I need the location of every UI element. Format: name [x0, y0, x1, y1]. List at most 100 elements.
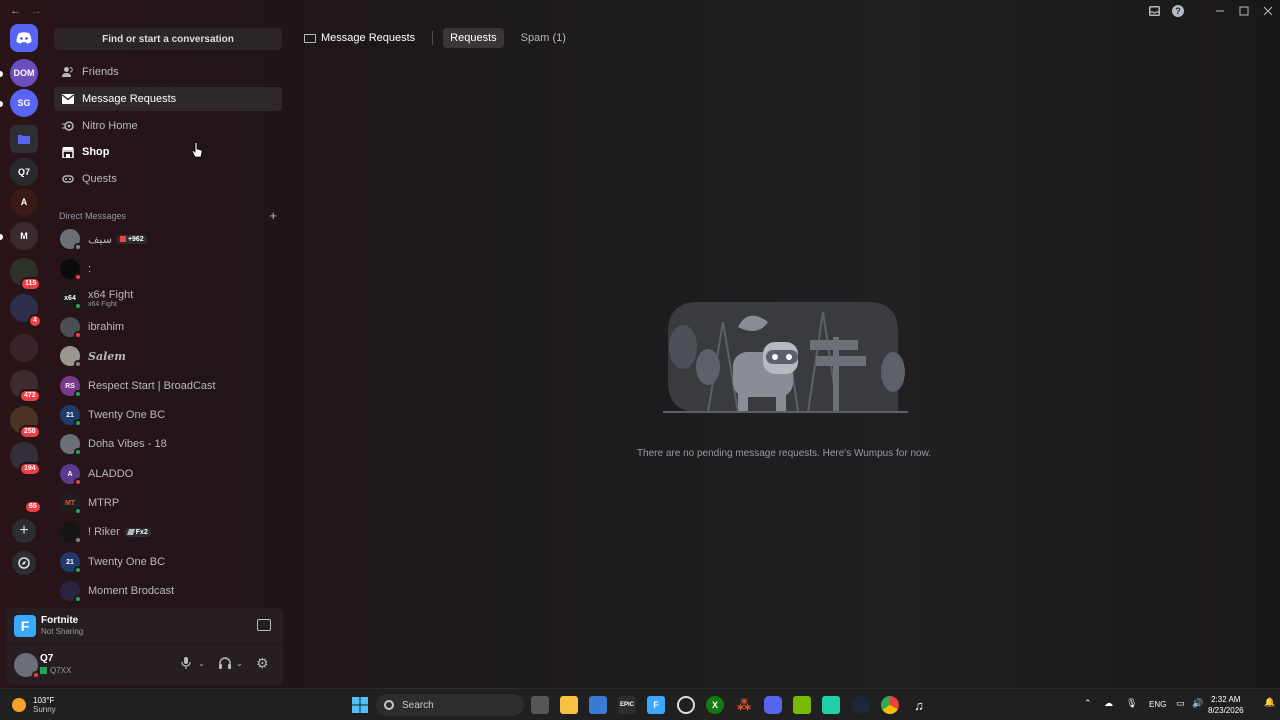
microphone-icon[interactable]: 🎙	[1126, 698, 1137, 709]
dm-row[interactable]: سيف +962	[54, 225, 282, 253]
minimize-icon[interactable]	[1208, 0, 1232, 22]
dm-row[interactable]: Moment Brodcast	[54, 577, 282, 605]
dm-row[interactable]: x64 x64 Fight x64 Fight	[54, 284, 282, 312]
friends-icon	[62, 66, 74, 78]
tab-requests[interactable]: Requests	[443, 28, 504, 48]
mail-icon	[62, 93, 74, 105]
steam-icon[interactable]	[852, 696, 870, 714]
dm-row[interactable]: 𝑺𝒂𝒍𝒆𝒎	[54, 342, 282, 370]
nav-shop[interactable]: Shop	[54, 140, 282, 164]
dm-row[interactable]: A ALADDO	[54, 460, 282, 488]
server-icon[interactable]: A	[10, 188, 38, 216]
app-icon[interactable]: ⁂	[735, 696, 753, 714]
avatar	[60, 317, 82, 339]
microphone-icon[interactable]	[181, 657, 191, 672]
status-indicator	[32, 671, 40, 679]
chevron-down-icon[interactable]: ⌄	[236, 659, 243, 668]
discord-taskbar-icon[interactable]	[764, 696, 782, 714]
fortnite-icon[interactable]: F	[647, 696, 665, 714]
quests-icon	[62, 173, 74, 185]
user-avatar[interactable]	[14, 653, 40, 679]
start-icon[interactable]	[351, 696, 369, 714]
direct-messages-header: Direct Messages +	[59, 209, 277, 222]
epic-games-icon[interactable]: EPIC	[618, 696, 636, 714]
server-icon[interactable]: M	[10, 222, 38, 250]
dm-row[interactable]: 21 Twenty One BC	[54, 401, 282, 429]
volume-icon[interactable]: 🔊	[1192, 698, 1203, 709]
username[interactable]: Q7	[40, 653, 53, 664]
dm-name: Twenty One BC	[88, 409, 166, 421]
avatar	[60, 346, 82, 368]
server-folder[interactable]	[10, 125, 38, 153]
server-icon[interactable]: DOM	[10, 59, 38, 87]
game-icon: F	[14, 615, 36, 637]
dm-row[interactable]: ibrahim	[54, 313, 282, 341]
dm-name: 𝑺𝒂𝒍𝒆𝒎	[88, 349, 126, 363]
file-explorer-icon[interactable]	[560, 696, 578, 714]
mention-badge: 65	[24, 500, 42, 514]
music-icon[interactable]: ♫	[910, 696, 928, 714]
create-dm-plus-icon[interactable]: +	[269, 209, 277, 222]
nav-label: Friends	[82, 66, 119, 78]
network-icon[interactable]: ▭	[1176, 698, 1185, 709]
server-icon[interactable]: SG	[10, 89, 38, 117]
close-icon[interactable]	[1256, 0, 1280, 22]
dm-sidebar: Find or start a conversation Friends Mes…	[48, 22, 288, 606]
nav-quests[interactable]: Quests	[54, 167, 282, 191]
server-icon[interactable]: Q7	[10, 158, 38, 186]
forward-arrow-icon[interactable]: →	[31, 5, 42, 17]
dm-row[interactable]: ! Riker Fx2	[54, 518, 282, 546]
taskbar-search[interactable]: Search	[376, 694, 524, 716]
app-icon[interactable]	[822, 696, 840, 714]
section-title: Direct Messages	[59, 211, 127, 221]
language-indicator[interactable]: ENG	[1149, 700, 1166, 709]
discord-home-button[interactable]	[10, 24, 38, 52]
task-view-icon[interactable]	[531, 696, 549, 714]
chevron-down-icon[interactable]: ⌄	[198, 659, 205, 668]
discover-button[interactable]	[12, 551, 36, 575]
status-indicator	[74, 243, 82, 251]
gear-icon[interactable]: ⚙	[256, 655, 269, 672]
tab-spam[interactable]: Spam (1)	[514, 28, 573, 48]
status-indicator	[74, 302, 82, 310]
inbox-icon[interactable]	[1142, 0, 1166, 22]
dm-row[interactable]: Doha Vibes - 18	[54, 430, 282, 458]
unread-pill	[0, 71, 3, 77]
headphones-icon[interactable]	[219, 657, 231, 672]
clock[interactable]: 2:32 AM 8/23/2026	[1208, 694, 1244, 716]
dm-row[interactable]: 21 Twenty One BC	[54, 548, 282, 576]
dm-name: Doha Vibes - 18	[88, 438, 167, 450]
dm-row[interactable]: MT MTRP	[54, 489, 282, 517]
nav-message-requests[interactable]: Message Requests	[54, 87, 282, 111]
compass-icon	[18, 557, 30, 569]
dm-row[interactable]: RS Respect Start | BroadCast	[54, 372, 282, 400]
activity-title: Fortnite	[41, 615, 79, 626]
xbox-icon[interactable]: X	[706, 696, 724, 714]
main-panel: Message Requests Requests Spam (1) There…	[288, 22, 1280, 688]
weather-widget[interactable]: 103°F Sunny	[12, 696, 56, 714]
dm-row[interactable]: :	[54, 255, 282, 283]
server-folder[interactable]	[10, 334, 38, 362]
chevron-up-icon[interactable]: ⌃	[1084, 698, 1092, 709]
maximize-icon[interactable]	[1232, 0, 1256, 22]
onedrive-icon[interactable]: ☁	[1104, 698, 1113, 709]
nvidia-icon[interactable]	[793, 696, 811, 714]
notification-bell-icon[interactable]: 🔔	[1264, 697, 1275, 708]
steam-overlay-icon[interactable]	[677, 696, 695, 714]
nav-nitro-home[interactable]: Nitro Home	[54, 114, 282, 138]
add-server-button[interactable]: +	[12, 519, 36, 543]
unread-pill	[0, 101, 3, 107]
activity-panel: F Fortnite Not Sharing	[6, 608, 283, 644]
mail-icon	[304, 33, 316, 43]
svg-text:?: ?	[1175, 6, 1181, 16]
header-tabs: Message Requests Requests Spam (1)	[288, 22, 1280, 54]
screen-share-icon[interactable]	[257, 619, 271, 631]
nav-friends[interactable]: Friends	[54, 60, 282, 84]
store-icon[interactable]	[589, 696, 607, 714]
status-indicator	[74, 331, 82, 339]
dm-name: ! Riker	[88, 526, 120, 538]
chrome-icon[interactable]	[881, 696, 899, 714]
find-conversation-button[interactable]: Find or start a conversation	[54, 28, 282, 50]
back-arrow-icon[interactable]: ←	[10, 5, 21, 17]
help-icon[interactable]: ?	[1166, 0, 1190, 22]
